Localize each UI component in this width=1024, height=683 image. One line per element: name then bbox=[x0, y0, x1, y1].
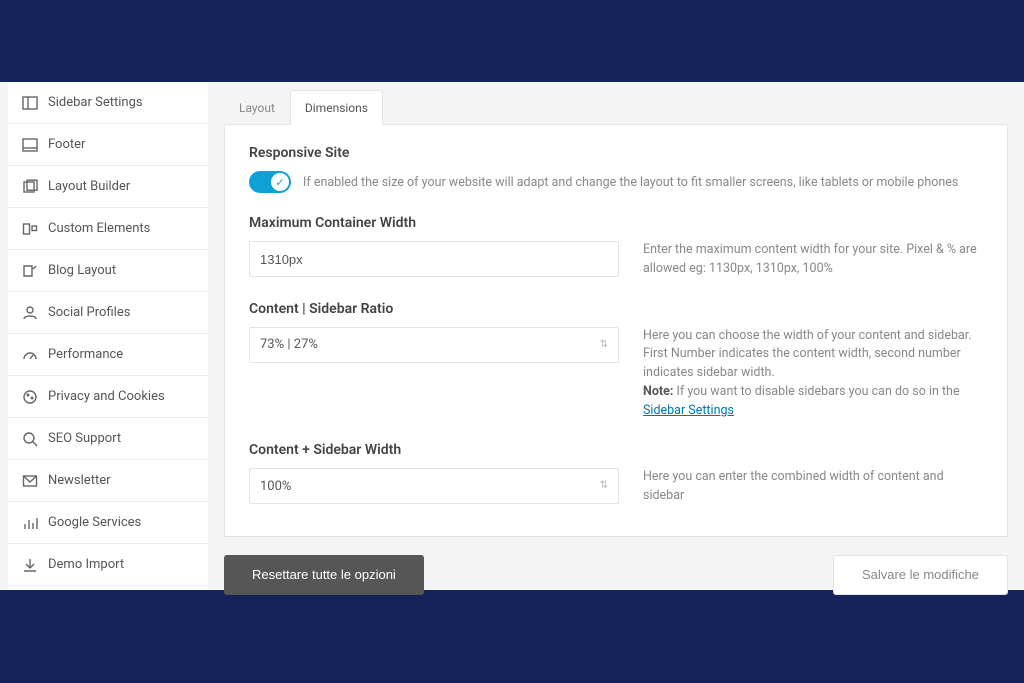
combined-hint: Here you can enter the combined width of… bbox=[643, 468, 983, 506]
sidebar-item-label: Custom Elements bbox=[48, 221, 150, 236]
sidebar-item-performance[interactable]: Performance bbox=[8, 334, 208, 376]
sidebar-item-label: Sidebar Settings bbox=[48, 95, 143, 110]
sidebar-item-label: Performance bbox=[48, 347, 123, 362]
main-panel: Layout Dimensions Responsive Site If ena… bbox=[224, 90, 1008, 582]
combined-title: Content + Sidebar Width bbox=[249, 442, 983, 458]
sidebar-item-newsletter[interactable]: Newsletter bbox=[8, 460, 208, 502]
max-width-hint: Enter the maximum content width for your… bbox=[643, 241, 983, 279]
sidebar-item-label: Newsletter bbox=[48, 473, 111, 488]
max-width-input[interactable] bbox=[249, 241, 619, 277]
combined-value: 100% bbox=[260, 479, 291, 494]
field-max-width: Maximum Container Width Enter the maximu… bbox=[249, 215, 983, 279]
sidebar-item-label: Footer bbox=[48, 137, 85, 152]
search-icon bbox=[22, 431, 38, 447]
sidebar-item-label: Social Profiles bbox=[48, 305, 130, 320]
dimensions-panel: Responsive Site If enabled the size of y… bbox=[224, 125, 1008, 537]
combined-select[interactable]: 100% ⇅ bbox=[249, 468, 619, 504]
chart-icon bbox=[22, 515, 38, 531]
responsive-description: If enabled the size of your website will… bbox=[303, 175, 958, 190]
settings-sidebar: Sidebar Settings Footer Layout Builder C… bbox=[8, 82, 208, 590]
sidebar-item-layout-builder[interactable]: Layout Builder bbox=[8, 166, 208, 208]
reset-button[interactable]: Resettare tutte le opzioni bbox=[224, 555, 424, 595]
user-icon bbox=[22, 305, 38, 321]
sidebar-item-custom-elements[interactable]: Custom Elements bbox=[8, 208, 208, 250]
sidebar-item-privacy[interactable]: Privacy and Cookies bbox=[8, 376, 208, 418]
tab-layout[interactable]: Layout bbox=[224, 90, 290, 124]
action-bar: Resettare tutte le opzioni Salvare le mo… bbox=[224, 555, 1008, 595]
field-combined-width: Content + Sidebar Width 100% ⇅ Here you … bbox=[249, 442, 983, 506]
envelope-icon bbox=[22, 473, 38, 489]
sidebar-item-label: Layout Builder bbox=[48, 179, 130, 194]
sidebar-item-blog-layout[interactable]: Blog Layout bbox=[8, 250, 208, 292]
custom-elements-icon bbox=[22, 221, 38, 237]
chevron-updown-icon: ⇅ bbox=[600, 481, 608, 491]
layout-builder-icon bbox=[22, 179, 38, 195]
sidebar-item-label: Blog Layout bbox=[48, 263, 116, 278]
sidebar-item-footer[interactable]: Footer bbox=[8, 124, 208, 166]
ratio-select[interactable]: 73% | 27% ⇅ bbox=[249, 327, 619, 363]
sidebar-item-social-profiles[interactable]: Social Profiles bbox=[8, 292, 208, 334]
sidebar-item-google-services[interactable]: Google Services bbox=[8, 502, 208, 544]
sidebar-item-sidebar-settings[interactable]: Sidebar Settings bbox=[8, 82, 208, 124]
field-responsive-site: Responsive Site If enabled the size of y… bbox=[249, 145, 983, 193]
download-icon bbox=[22, 557, 38, 573]
save-button[interactable]: Salvare le modifiche bbox=[833, 555, 1008, 595]
footer-icon bbox=[22, 137, 38, 153]
sidebar-settings-link[interactable]: Sidebar Settings bbox=[643, 403, 734, 418]
sidebar-item-seo[interactable]: SEO Support bbox=[8, 418, 208, 460]
gauge-icon bbox=[22, 347, 38, 363]
sidebar-item-label: Demo Import bbox=[48, 557, 124, 572]
responsive-toggle[interactable] bbox=[249, 171, 291, 193]
ratio-title: Content | Sidebar Ratio bbox=[249, 301, 983, 317]
sidebar-item-label: Google Services bbox=[48, 515, 141, 530]
tab-dimensions[interactable]: Dimensions bbox=[290, 90, 383, 125]
layout-sidebar-icon bbox=[22, 95, 38, 111]
blog-layout-icon bbox=[22, 263, 38, 279]
max-width-title: Maximum Container Width bbox=[249, 215, 983, 231]
sidebar-item-demo-import[interactable]: Demo Import bbox=[8, 544, 208, 586]
field-content-sidebar-ratio: Content | Sidebar Ratio 73% | 27% ⇅ Here… bbox=[249, 301, 983, 421]
sidebar-item-label: SEO Support bbox=[48, 431, 121, 446]
responsive-title: Responsive Site bbox=[249, 145, 983, 161]
tab-bar: Layout Dimensions bbox=[224, 90, 1008, 125]
ratio-hint: Here you can choose the width of your co… bbox=[643, 327, 983, 421]
ratio-value: 73% | 27% bbox=[260, 337, 318, 352]
sidebar-item-label: Privacy and Cookies bbox=[48, 389, 165, 404]
cookie-icon bbox=[22, 389, 38, 405]
chevron-updown-icon: ⇅ bbox=[600, 340, 608, 350]
